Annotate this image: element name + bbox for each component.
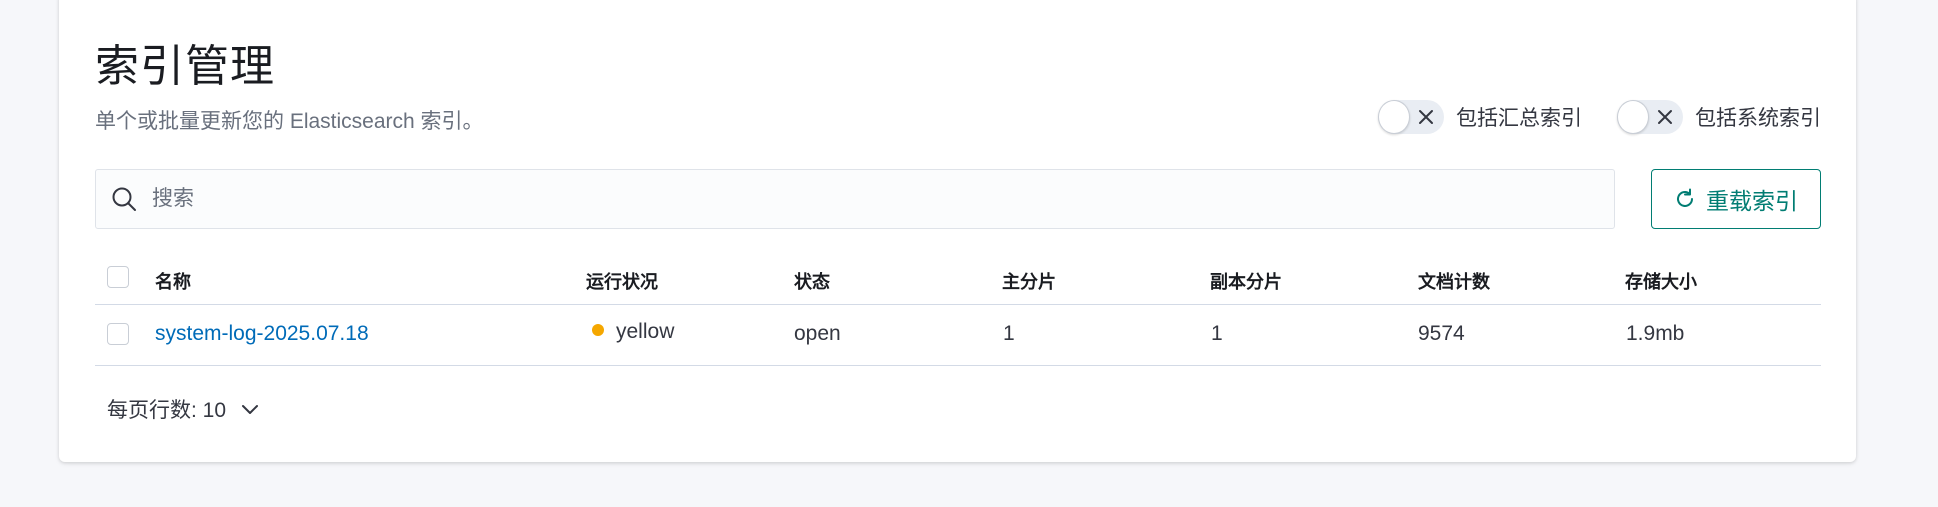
rollup-switch[interactable]: [1378, 100, 1444, 134]
switch-knob: [1617, 100, 1649, 134]
switch-knob: [1378, 100, 1410, 134]
cross-icon: [1658, 110, 1672, 124]
include-system-toggle[interactable]: 包括系统索引: [1617, 100, 1821, 134]
cross-icon: [1419, 110, 1433, 124]
system-switch[interactable]: [1617, 100, 1683, 134]
index-name-link[interactable]: system-log-2025.07.18: [155, 322, 369, 346]
column-header-docs[interactable]: 文档计数: [1418, 268, 1490, 294]
reload-button-label: 重载索引: [1706, 188, 1798, 214]
health-status-dot: [592, 324, 604, 336]
rows-per-page-selector[interactable]: 每页行数: 10: [107, 394, 260, 424]
search-box[interactable]: [95, 169, 1615, 229]
storage-size-cell: 1.9mb: [1626, 322, 1685, 345]
refresh-icon: [1677, 188, 1693, 207]
search-input[interactable]: [152, 187, 1552, 211]
health-cell: yellow: [592, 320, 674, 344]
rows-per-page-label: 每页行数: 10: [107, 399, 227, 422]
column-header-health[interactable]: 运行状况: [586, 268, 658, 294]
page-description: 单个或批量更新您的 Elasticsearch 索引。: [95, 110, 484, 133]
search-icon: [112, 187, 136, 211]
column-header-status[interactable]: 状态: [794, 268, 830, 294]
header-divider: [95, 304, 1821, 305]
index-management-panel: [59, 0, 1856, 462]
column-header-name[interactable]: 名称: [155, 268, 191, 294]
page-title: 索引管理: [95, 42, 275, 91]
system-toggle-label: 包括系统索引: [1695, 107, 1821, 130]
chevron-down-icon: [242, 405, 259, 414]
row-checkbox[interactable]: [107, 323, 129, 345]
replica-shards-cell: 1: [1211, 322, 1223, 345]
primary-shards-cell: 1: [1003, 322, 1015, 345]
rollup-toggle-label: 包括汇总索引: [1456, 107, 1582, 130]
health-text: yellow: [616, 320, 675, 343]
select-all-checkbox[interactable]: [107, 266, 129, 288]
status-cell: open: [794, 322, 841, 345]
column-header-size[interactable]: 存储大小: [1625, 268, 1697, 294]
reload-indices-button[interactable]: 重载索引: [1651, 169, 1821, 229]
docs-count-cell: 9574: [1418, 322, 1465, 345]
column-header-replica[interactable]: 副本分片: [1210, 268, 1282, 294]
include-rollup-toggle[interactable]: 包括汇总索引: [1378, 100, 1582, 134]
row-divider: [95, 365, 1821, 366]
column-header-primary[interactable]: 主分片: [1002, 268, 1056, 294]
